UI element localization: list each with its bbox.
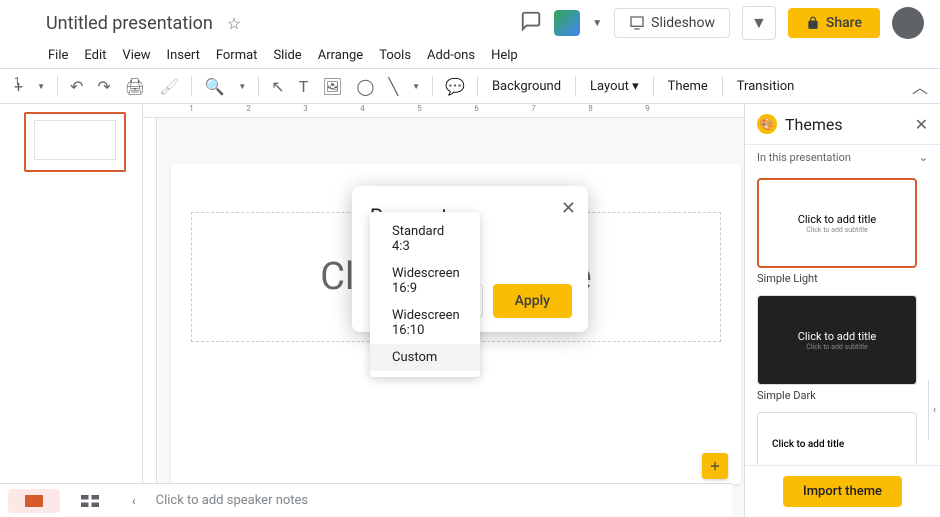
dialog-close-icon[interactable]: ✕: [561, 198, 576, 219]
apply-button[interactable]: Apply: [493, 284, 572, 318]
dropdown-item-widescreen-1610[interactable]: Widescreen 16:10: [370, 302, 480, 344]
dropdown-item-custom[interactable]: Custom: [370, 344, 480, 371]
page-size-dropdown: Standard 4:3 Widescreen 16:9 Widescreen …: [370, 212, 480, 377]
dropdown-item-widescreen-169[interactable]: Widescreen 16:9: [370, 260, 480, 302]
dropdown-item-standard[interactable]: Standard 4:3: [370, 218, 480, 260]
